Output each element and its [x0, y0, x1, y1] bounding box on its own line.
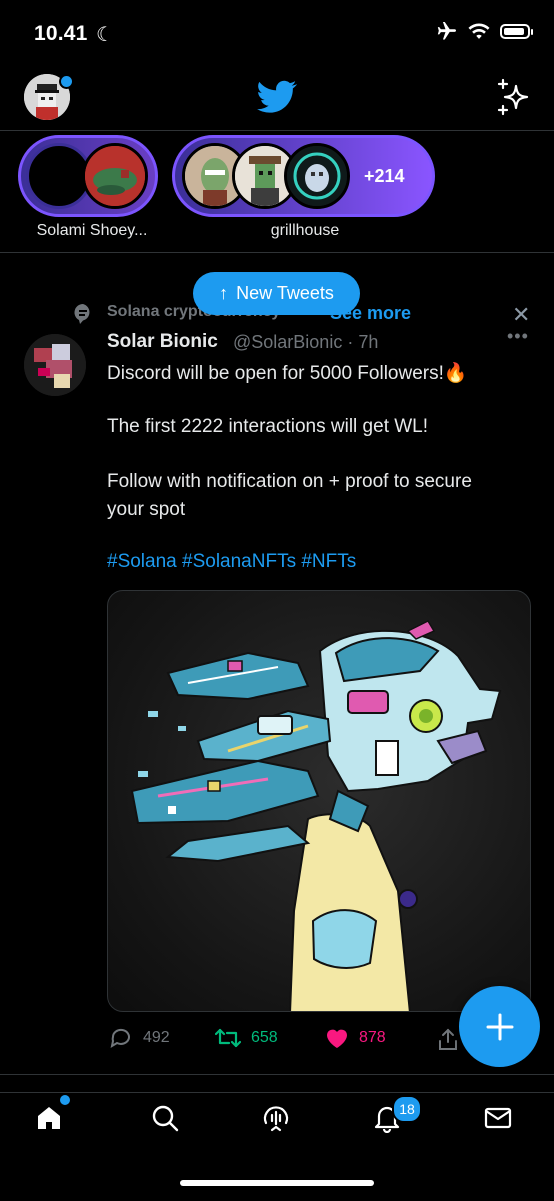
tweet-text-line: Follow with notification on + proof to s…: [107, 471, 472, 492]
moon-icon: ☾: [96, 24, 114, 46]
status-icons: [436, 22, 533, 40]
close-icon[interactable]: ✕: [512, 302, 530, 328]
notifications-badge: 18: [392, 1095, 422, 1123]
space-avatar: [82, 143, 148, 209]
retweet-icon: [215, 1028, 241, 1048]
airplane-icon: [437, 22, 456, 40]
share-icon: [439, 1028, 457, 1050]
sparkle-icon[interactable]: [494, 78, 532, 116]
author-handle[interactable]: @SolarBionic · 7h: [233, 332, 378, 353]
tweet-text-line: your spot: [107, 499, 186, 520]
like-count: 878: [359, 1029, 386, 1046]
status-time: 10.41: [34, 22, 88, 45]
retweet-count: 658: [251, 1029, 278, 1046]
more-options-icon[interactable]: •••: [507, 326, 529, 347]
tweet-text-line: The first 2222 interactions will get WL!: [107, 416, 429, 437]
nav-spaces[interactable]: [256, 1098, 296, 1138]
new-tweets-button[interactable]: ↑ New Tweets: [193, 272, 360, 315]
topic-icon: [74, 304, 90, 324]
battery-icon: [500, 23, 533, 39]
wifi-icon: [468, 23, 490, 39]
compose-tweet-button[interactable]: [459, 986, 540, 1067]
twitter-bird-icon[interactable]: [257, 80, 297, 114]
heart-icon: [327, 1029, 347, 1048]
space-label[interactable]: Solami Shoey...: [18, 222, 166, 240]
retweet-action[interactable]: 658: [215, 1027, 278, 1049]
search-icon: [152, 1105, 179, 1132]
feed-divider: [0, 1074, 554, 1075]
home-indicator: [180, 1180, 374, 1186]
tweet-media-image[interactable]: [107, 590, 531, 1012]
home-icon: [38, 1107, 60, 1129]
space-listener-count: +214: [364, 166, 405, 186]
nav-messages[interactable]: [478, 1098, 518, 1138]
plus-icon: [486, 1013, 513, 1040]
tweet-text-line: Discord will be open for 5000 Followers!…: [107, 363, 468, 384]
spaces-icon: [263, 1106, 289, 1132]
new-tweets-label: New Tweets: [236, 283, 334, 303]
share-action[interactable]: [437, 1027, 459, 1051]
arrow-up-icon: ↑: [219, 283, 229, 303]
mail-icon: [484, 1107, 512, 1129]
space-label[interactable]: grillhouse: [200, 222, 410, 240]
space-avatar: [284, 143, 350, 209]
author-name[interactable]: Solar Bionic: [107, 331, 218, 353]
nav-search[interactable]: [145, 1098, 185, 1138]
profile-notification-dot: [59, 74, 74, 89]
reply-count: 492: [143, 1029, 170, 1046]
home-notification-dot: [58, 1093, 72, 1107]
reply-icon: [110, 1028, 130, 1049]
author-avatar[interactable]: [24, 334, 86, 396]
header-divider: [0, 130, 554, 131]
like-action[interactable]: 878: [325, 1027, 386, 1049]
reply-action[interactable]: 492: [109, 1027, 170, 1049]
tweet-hashtags[interactable]: #Solana #SolanaNFTs #NFTs: [107, 551, 356, 573]
spaces-divider: [0, 252, 554, 253]
